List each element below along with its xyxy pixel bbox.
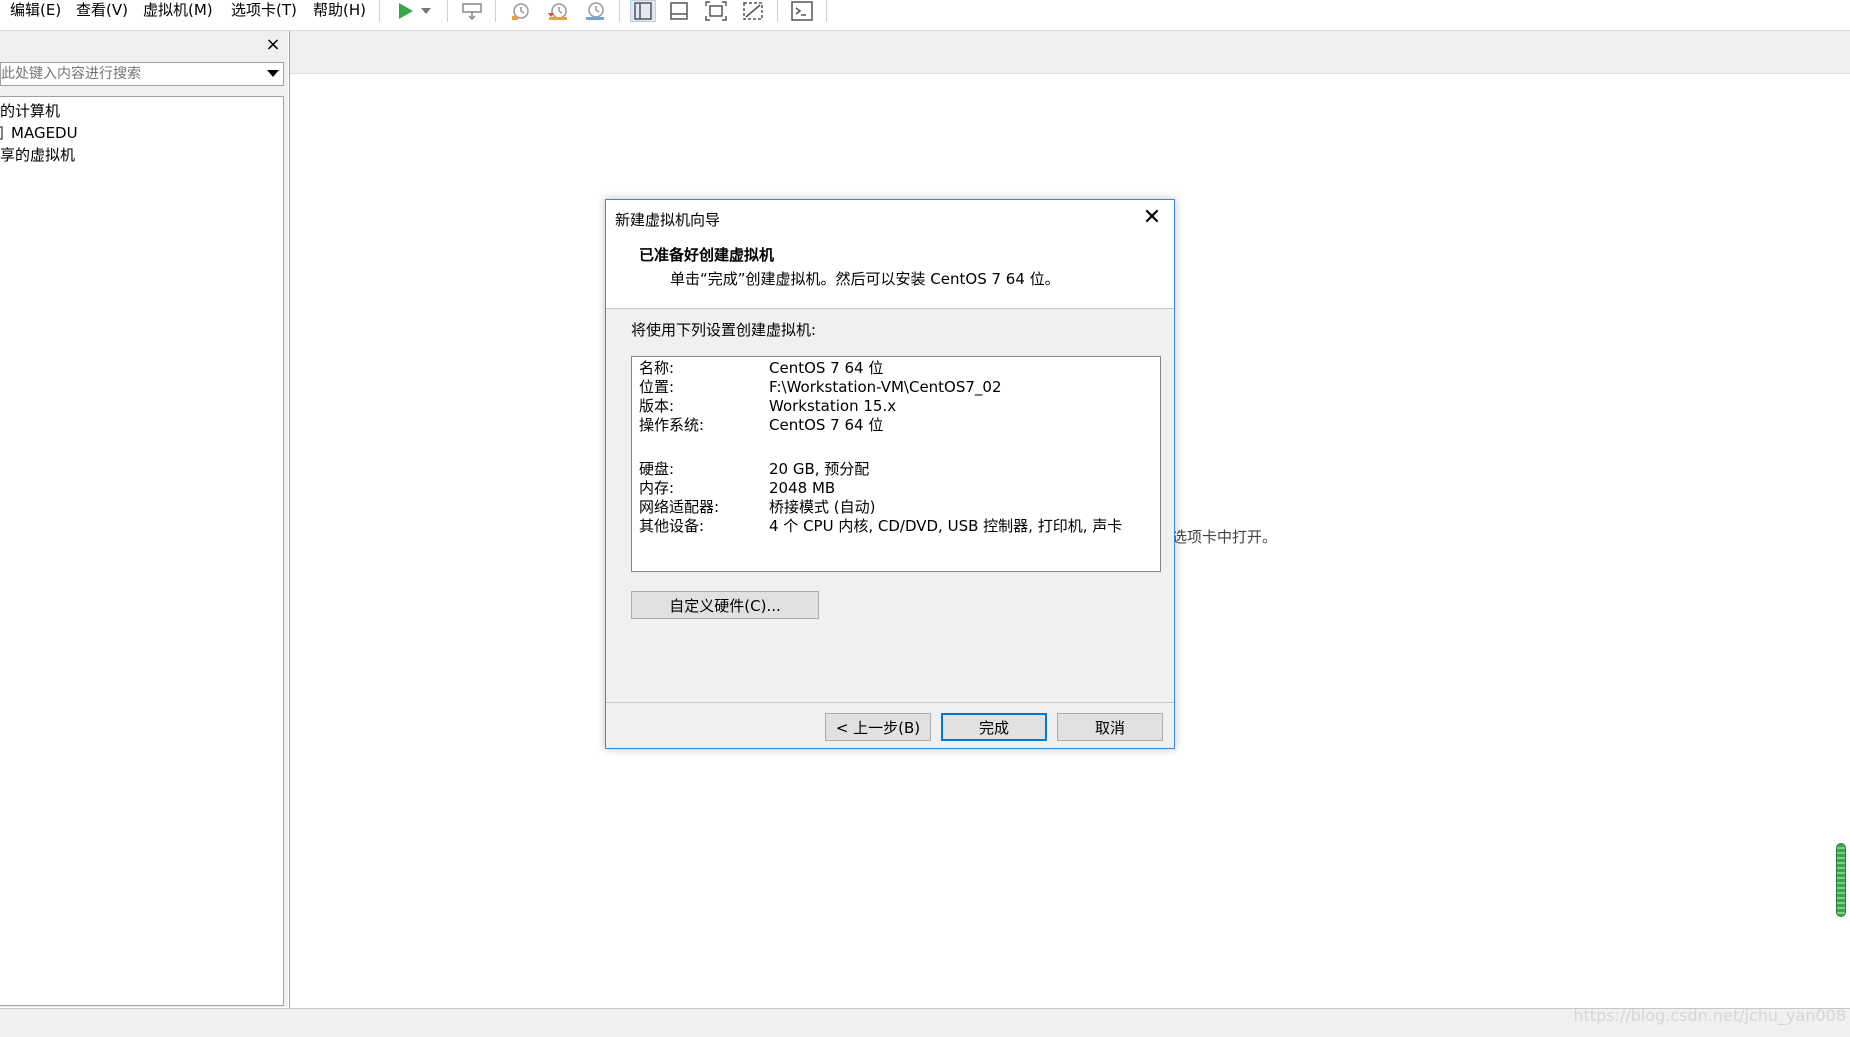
- toolbar-separator: [777, 0, 778, 22]
- toolbar-separator: [379, 0, 380, 22]
- dialog-close-icon[interactable]: ✕: [1140, 206, 1164, 230]
- play-icon[interactable]: [392, 0, 418, 22]
- search-dropdown-icon[interactable]: [267, 70, 279, 77]
- menu-view[interactable]: 查看(V): [76, 0, 128, 20]
- dialog-heading: 已准备好创建虚拟机: [639, 246, 775, 264]
- cancel-button[interactable]: 取消: [1057, 713, 1163, 741]
- menubar: 编辑(E) 查看(V) 虚拟机(M) 选项卡(T) 帮助(H): [0, 0, 1850, 31]
- revert-snapshot-icon[interactable]: [545, 0, 571, 22]
- library-view-icon[interactable]: [630, 0, 656, 22]
- vm-icon: [0, 126, 3, 140]
- unity-icon[interactable]: [740, 0, 766, 22]
- toolbar-separator: [619, 0, 620, 22]
- dialog-title: 新建虚拟机向导: [615, 211, 721, 229]
- settings-summary-box: 名称: CentOS 7 64 位 位置: F:\Workstation-VM\…: [631, 356, 1161, 572]
- finish-button[interactable]: 完成: [941, 713, 1047, 741]
- summary-value: CentOS 7 64 位: [769, 416, 884, 434]
- dialog-subheading: 单击“完成”创建虚拟机。然后可以安装 CentOS 7 64 位。: [670, 270, 1060, 288]
- library-search-input[interactable]: [1, 63, 256, 85]
- dropdown-arrow-icon[interactable]: [418, 0, 434, 22]
- dialog-titlebar[interactable]: 新建虚拟机向导 ✕: [606, 200, 1174, 236]
- tree-item-label: MAGEDU: [11, 124, 78, 142]
- tree-item-shared-vms[interactable]: 共享的虚拟机: [0, 144, 75, 166]
- back-button[interactable]: < 上一步(B): [825, 713, 931, 741]
- menu-help[interactable]: 帮助(H): [313, 0, 366, 20]
- background-hint-text: 选项卡中打开。: [1172, 528, 1278, 546]
- dialog-footer-divider: [606, 702, 1174, 703]
- summary-label: 其他设备:: [639, 517, 705, 535]
- thumbnail-bar-icon[interactable]: [666, 0, 692, 22]
- snapshot-icon[interactable]: [508, 0, 534, 22]
- customize-hardware-button[interactable]: 自定义硬件(C)...: [631, 591, 819, 619]
- menu-vm[interactable]: 虚拟机(M): [143, 0, 213, 20]
- summary-value: 4 个 CPU 内核, CD/DVD, USB 控制器, 打印机, 声卡: [769, 517, 1123, 535]
- new-vm-wizard-dialog: 新建虚拟机向导 ✕ 已准备好创建虚拟机 单击“完成”创建虚拟机。然后可以安装 C…: [605, 199, 1175, 749]
- dialog-header: 已准备好创建虚拟机 单击“完成”创建虚拟机。然后可以安装 CentOS 7 64…: [606, 236, 1174, 309]
- toolbar-separator: [826, 0, 827, 22]
- tree-item-my-computer[interactable]: 我的计算机: [0, 100, 60, 122]
- library-search-box[interactable]: [0, 62, 284, 86]
- watermark-text: https://blog.csdn.net/jchu_yan008: [1573, 1006, 1846, 1025]
- console-icon[interactable]: [789, 0, 815, 22]
- tab-strip: [290, 31, 1850, 74]
- toolbar-separator: [495, 0, 496, 22]
- library-tree: 我的计算机 MAGEDU 共享的虚拟机: [0, 96, 284, 1006]
- menu-edit[interactable]: 编辑(E): [10, 0, 61, 20]
- scroll-indicator[interactable]: [1836, 843, 1846, 917]
- snapshot-manager-icon[interactable]: [582, 0, 608, 22]
- send-keys-icon[interactable]: [459, 0, 485, 22]
- summary-label: 操作系统:: [639, 416, 705, 434]
- sidebar-close-icon[interactable]: ×: [264, 36, 282, 54]
- settings-intro-text: 将使用下列设置创建虚拟机:: [631, 321, 817, 339]
- toolbar-separator: [447, 0, 448, 22]
- fullscreen-icon[interactable]: [703, 0, 729, 22]
- menu-tabs[interactable]: 选项卡(T): [231, 0, 297, 20]
